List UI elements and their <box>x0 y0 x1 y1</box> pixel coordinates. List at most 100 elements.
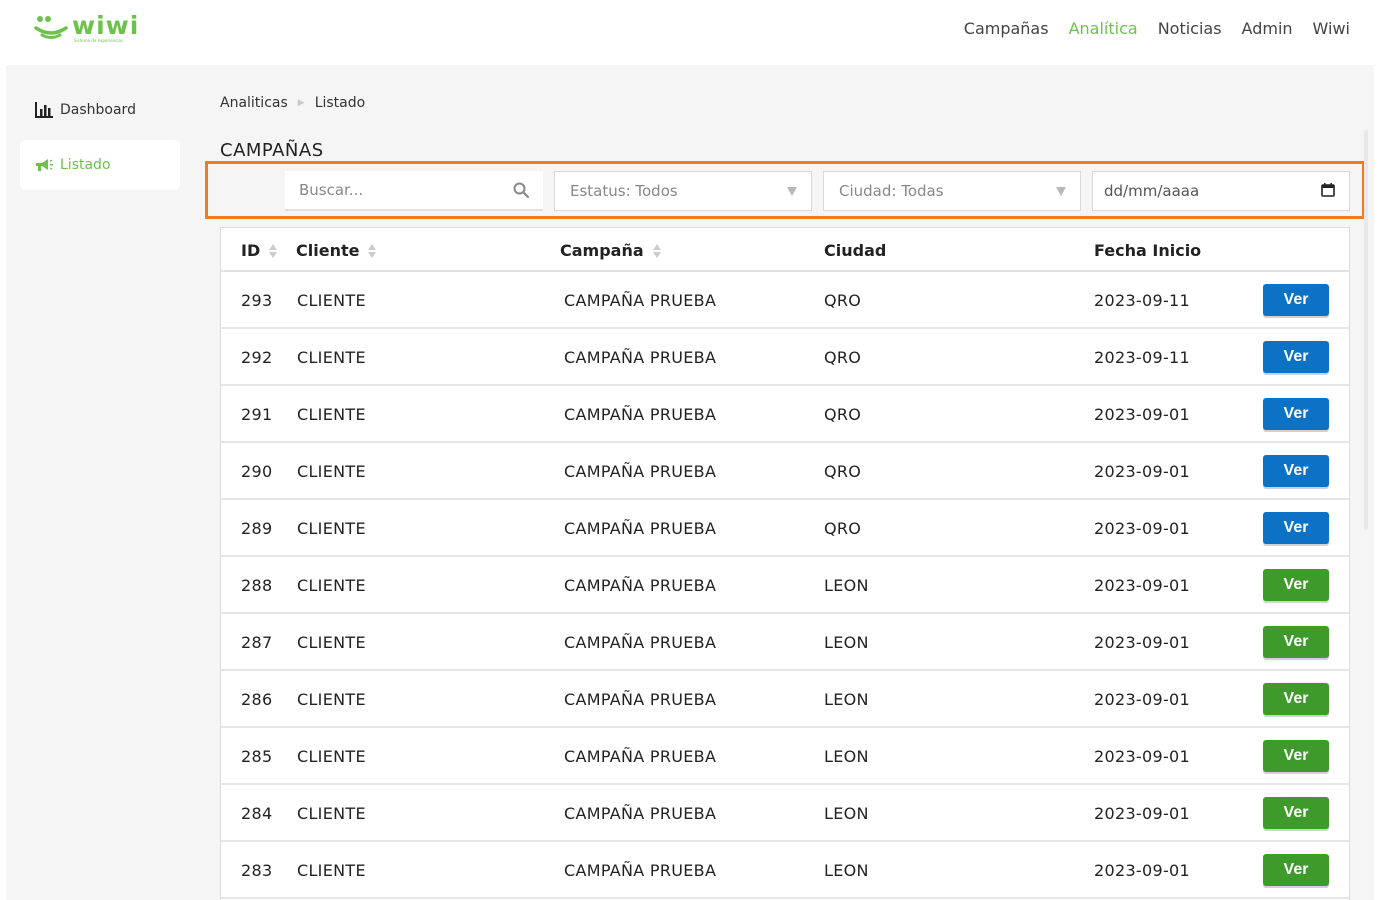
city-select-value: Ciudad: Todas <box>839 182 944 200</box>
bar-chart-icon <box>34 101 54 119</box>
cell-ciudad: LEON <box>824 576 869 595</box>
cell-cliente: CLIENTE <box>297 462 366 481</box>
cell-id: 287 <box>241 633 273 652</box>
cell-fecha-inicio: 2023-09-01 <box>1094 690 1190 709</box>
cell-campana: CAMPAÑA PRUEBA <box>564 405 717 424</box>
sidebar-item-listado[interactable]: Listado <box>20 140 180 190</box>
sort-icon[interactable] <box>269 243 278 258</box>
cell-id: 292 <box>241 348 273 367</box>
table-row: 284 CLIENTE CAMPAÑA PRUEBA LEON 2023-09-01 Ve… <box>221 785 1349 842</box>
cell-cliente: CLIENTE <box>297 861 366 880</box>
sort-icon[interactable] <box>368 243 377 258</box>
status-select-value: Estatus: Todos <box>570 182 678 200</box>
main-content: Dashboard Listado Analiticas ▶ Listado C… <box>6 65 1374 900</box>
search-input[interactable]: Buscar... <box>285 171 543 211</box>
column-header-id[interactable]: ID <box>241 241 278 260</box>
breadcrumb: Analiticas ▶ Listado <box>220 95 365 111</box>
page-title: CAMPAÑAS <box>220 140 324 161</box>
sort-icon[interactable] <box>652 243 661 258</box>
cell-ciudad: LEON <box>824 633 869 652</box>
cell-fecha-inicio: 2023-09-01 <box>1094 804 1190 823</box>
nav-item-noticias[interactable]: Noticias <box>1148 18 1232 40</box>
column-header-fecha-inicio: Fecha Inicio <box>1094 241 1202 260</box>
ver-button[interactable]: Ver <box>1263 341 1329 373</box>
ver-button[interactable]: Ver <box>1263 626 1329 658</box>
table-row: 285 CLIENTE CAMPAÑA PRUEBA LEON 2023-09-01 Ve… <box>221 728 1349 785</box>
search-icon[interactable] <box>513 182 530 202</box>
status-select[interactable]: Estatus: Todos <box>554 171 812 211</box>
cell-campana: CAMPAÑA PRUEBA <box>564 861 717 880</box>
table-row: 293 CLIENTE CAMPAÑA PRUEBA QRO 2023-09-11 Ver <box>221 272 1349 329</box>
cell-cliente: CLIENTE <box>297 633 366 652</box>
nav-item-wiwi[interactable]: Wiwi <box>1303 18 1360 40</box>
ver-button[interactable]: Ver <box>1263 569 1329 601</box>
cell-ciudad: QRO <box>824 405 862 424</box>
cell-campana: CAMPAÑA PRUEBA <box>564 291 717 310</box>
search-placeholder: Buscar... <box>299 181 364 199</box>
ver-button[interactable]: Ver <box>1263 797 1329 829</box>
smile-wifi-icon <box>34 14 68 42</box>
ver-button[interactable]: Ver <box>1263 740 1329 772</box>
table-row: 283 CLIENTE CAMPAÑA PRUEBA LEON 2023-09-01 Ve… <box>221 842 1349 899</box>
breadcrumb-analiticas[interactable]: Analiticas <box>220 95 288 111</box>
cell-id: 283 <box>241 861 273 880</box>
column-header-ciudad: Ciudad <box>824 241 887 260</box>
nav-item-admin[interactable]: Admin <box>1232 18 1303 40</box>
table-row: 289 CLIENTE CAMPAÑA PRUEBA QRO 2023-09-01 Ver <box>221 500 1349 557</box>
brand-tagline: Sistema de experiencias <box>74 38 124 43</box>
cell-id: 288 <box>241 576 273 595</box>
cell-id: 285 <box>241 747 273 766</box>
cell-cliente: CLIENTE <box>297 519 366 538</box>
ver-button[interactable]: Ver <box>1263 455 1329 487</box>
cell-id: 286 <box>241 690 273 709</box>
city-select[interactable]: Ciudad: Todas <box>823 171 1081 211</box>
cell-ciudad: QRO <box>824 519 862 538</box>
cell-campana: CAMPAÑA PRUEBA <box>564 462 717 481</box>
table-row: 287 CLIENTE CAMPAÑA PRUEBA LEON 2023-09-01 Ve… <box>221 614 1349 671</box>
cell-campana: CAMPAÑA PRUEBA <box>564 348 717 367</box>
ver-button[interactable]: Ver <box>1263 512 1329 544</box>
page-scrollbar[interactable] <box>1364 130 1368 530</box>
brand-name: wiwi <box>72 11 140 40</box>
chevron-down-icon <box>787 187 797 196</box>
column-header-cliente[interactable]: Cliente <box>296 241 377 260</box>
cell-cliente: CLIENTE <box>297 747 366 766</box>
cell-cliente: CLIENTE <box>297 804 366 823</box>
ver-button[interactable]: Ver <box>1263 854 1329 886</box>
sidebar-item-label: Listado <box>60 157 111 173</box>
cell-campana: CAMPAÑA PRUEBA <box>564 690 717 709</box>
cell-cliente: CLIENTE <box>297 690 366 709</box>
cell-fecha-inicio: 2023-09-11 <box>1094 291 1190 310</box>
column-header-campana[interactable]: Campaña <box>560 241 661 260</box>
top-bar: wiwi Sistema de experiencias Campañas An… <box>0 0 1380 65</box>
cell-ciudad: QRO <box>824 348 862 367</box>
wiwi-logo[interactable]: wiwi Sistema de experiencias <box>34 11 140 43</box>
cell-ciudad: LEON <box>824 861 869 880</box>
cell-cliente: CLIENTE <box>297 576 366 595</box>
cell-id: 291 <box>241 405 273 424</box>
cell-fecha-inicio: 2023-09-01 <box>1094 747 1190 766</box>
cell-fecha-inicio: 2023-09-11 <box>1094 348 1190 367</box>
chevron-down-icon <box>1056 187 1066 196</box>
ver-button[interactable]: Ver <box>1263 398 1329 430</box>
cell-ciudad: LEON <box>824 804 869 823</box>
cell-fecha-inicio: 2023-09-01 <box>1094 576 1190 595</box>
date-placeholder: dd/mm/aaaa <box>1104 182 1200 200</box>
cell-campana: CAMPAÑA PRUEBA <box>564 633 717 652</box>
ver-button[interactable]: Ver <box>1263 284 1329 316</box>
table-row: 288 CLIENTE CAMPAÑA PRUEBA LEON 2023-09-01 Ve… <box>221 557 1349 614</box>
nav-item-campanas[interactable]: Campañas <box>954 18 1059 40</box>
cell-fecha-inicio: 2023-09-01 <box>1094 633 1190 652</box>
cell-id: 293 <box>241 291 273 310</box>
campaigns-table: ID Cliente Campaña Ciudad Fecha Inicio 2… <box>220 227 1350 900</box>
calendar-icon[interactable] <box>1321 183 1335 201</box>
sidebar-item-dashboard[interactable]: Dashboard <box>20 85 180 135</box>
table-row: 291 CLIENTE CAMPAÑA PRUEBA QRO 2023-09-01 Ver <box>221 386 1349 443</box>
cell-cliente: CLIENTE <box>297 291 366 310</box>
date-input[interactable]: dd/mm/aaaa <box>1092 171 1350 211</box>
cell-cliente: CLIENTE <box>297 348 366 367</box>
table-header: ID Cliente Campaña Ciudad Fecha Inicio <box>221 228 1349 272</box>
nav-item-analitica[interactable]: Analítica <box>1059 18 1148 40</box>
ver-button[interactable]: Ver <box>1263 683 1329 715</box>
table-row: 292 CLIENTE CAMPAÑA PRUEBA QRO 2023-09-11 Ver <box>221 329 1349 386</box>
